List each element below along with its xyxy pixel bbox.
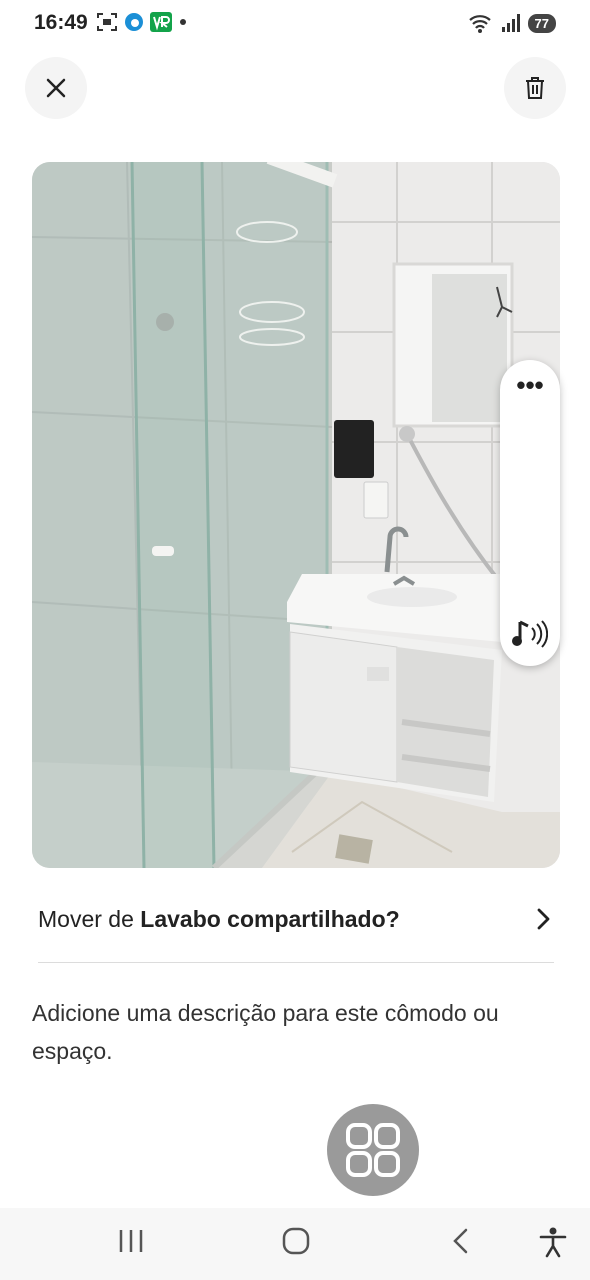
home-icon[interactable] (281, 1226, 311, 1256)
status-time: 16:49 (34, 11, 88, 34)
edge-browser-icon (125, 13, 143, 31)
recent-apps-icon[interactable] (117, 1226, 145, 1256)
notification-dot-icon (180, 19, 186, 25)
chevron-right-icon (537, 908, 550, 930)
back-icon[interactable] (449, 1226, 473, 1256)
side-panel: ••• (500, 360, 560, 666)
battery-icon: 77 (527, 13, 556, 33)
close-icon (46, 78, 66, 98)
trash-icon (526, 77, 544, 99)
signal-icon (501, 14, 520, 32)
grid-view-button[interactable] (327, 1104, 419, 1196)
grid-view-icon (346, 1123, 400, 1177)
status-icons-right: 77 (468, 12, 556, 34)
move-room-row[interactable]: Mover de Lavabo compartilhado? (38, 896, 554, 948)
screenshot-icon (97, 13, 117, 31)
divider (38, 962, 554, 963)
vr-app-icon (150, 12, 172, 32)
close-button[interactable] (25, 57, 87, 119)
more-options-icon[interactable]: ••• (500, 372, 560, 398)
audio-description-icon[interactable] (512, 618, 548, 652)
status-icons-left (96, 12, 188, 32)
move-room-text: Mover de Lavabo compartilhado? (38, 906, 400, 933)
accessibility-icon[interactable] (538, 1226, 568, 1258)
status-bar: 16:49 77 (0, 0, 590, 48)
bathroom-photo-image (32, 162, 560, 868)
wifi-icon (468, 15, 491, 33)
navigation-bar (0, 1208, 590, 1280)
delete-button[interactable] (504, 57, 566, 119)
bathroom-photo (32, 162, 560, 868)
description-input[interactable]: Adicione uma descrição para este cômodo … (32, 994, 552, 1070)
move-suffix: ? (385, 906, 400, 932)
move-prefix: Mover de (38, 906, 141, 932)
move-room-name: Lavabo compartilhado (140, 906, 386, 932)
